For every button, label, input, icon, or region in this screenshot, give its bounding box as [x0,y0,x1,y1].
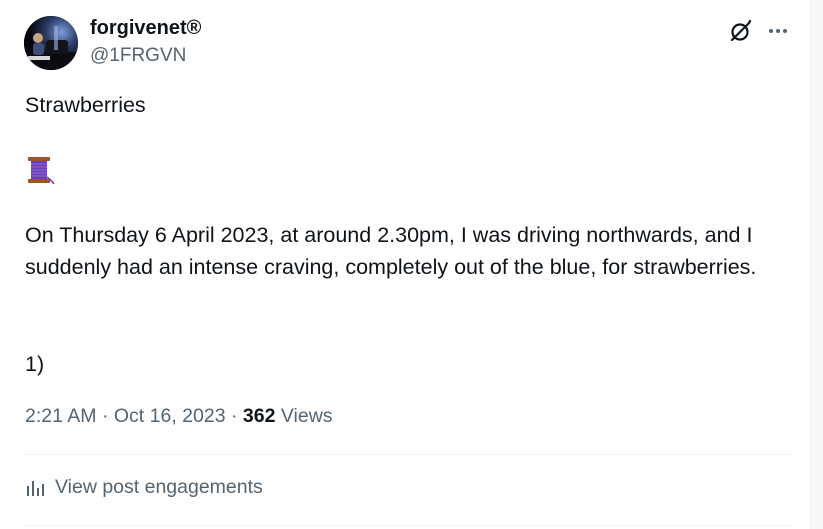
grok-button[interactable] [727,17,755,45]
divider [24,454,790,455]
post-title: Strawberries [25,93,146,117]
post-meta: 2:21 AM · Oct 16, 2023 · 362 Views [25,405,333,428]
engagements-label: View post engagements [55,476,263,498]
meta-separator: · [230,405,238,427]
post-date[interactable]: Oct 16, 2023 [114,405,226,427]
author-handle[interactable]: @1FRGVN [90,45,186,67]
post-body: On Thursday 6 April 2023, at around 2.30… [25,223,757,279]
thread-spool-icon [24,155,56,187]
divider [24,525,790,526]
meta-separator: · [101,405,109,427]
post-thread-number: 1) [25,352,45,376]
avatar[interactable] [24,16,78,70]
view-engagements-button[interactable]: View post engagements [25,476,263,499]
bar-chart-icon [27,480,44,496]
post-time[interactable]: 2:21 AM [25,405,97,427]
views-count: 362 [242,405,276,427]
grok-icon [730,19,752,42]
more-icon [769,29,787,33]
views-label: Views [280,405,333,427]
pianist-photo-icon [24,16,78,70]
author-display-name[interactable]: forgivenet® [90,17,201,40]
post-card: forgivenet® @1FRGVN Strawberries On Thur… [0,0,811,529]
more-button[interactable] [764,17,792,45]
